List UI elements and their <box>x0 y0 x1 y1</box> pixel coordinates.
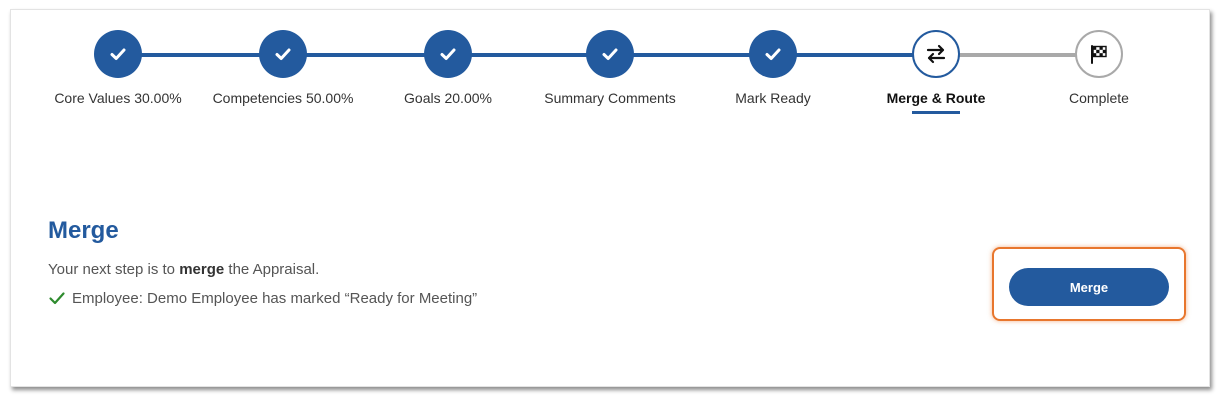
step-label: Summary Comments <box>544 90 676 106</box>
step-circle <box>94 30 142 78</box>
step-circle <box>586 30 634 78</box>
next-step-action: merge <box>179 261 225 278</box>
step-merge-route[interactable]: Merge & Route <box>856 30 1016 114</box>
ready-status: Employee: Demo Employee has marked “Read… <box>48 289 477 307</box>
ready-status-text: Employee: Demo Employee has marked “Read… <box>72 289 478 307</box>
current-step-indicator <box>912 111 960 114</box>
check-icon <box>110 48 126 60</box>
step-label: Merge & Route <box>886 90 986 106</box>
step-label: Competencies 50.00% <box>212 90 354 106</box>
swap-arrows-icon <box>926 44 946 64</box>
step-mark-ready[interactable]: Mark Ready <box>693 30 853 106</box>
check-icon <box>49 292 65 305</box>
next-step-prefix: Your next step is to <box>48 261 180 278</box>
appraisal-panel: Core Values 30.00% Competencies 50.00% G… <box>10 9 1210 387</box>
step-complete[interactable]: Complete <box>1019 30 1179 106</box>
step-summary-comments[interactable]: Summary Comments <box>530 30 690 106</box>
merge-action-highlight: Merge <box>992 247 1186 321</box>
check-icon <box>765 48 781 60</box>
next-step-text: Your next step is to merge the Appraisal… <box>48 261 319 278</box>
step-label: Mark Ready <box>735 90 811 106</box>
step-label: Complete <box>1069 90 1129 106</box>
step-competencies[interactable]: Competencies 50.00% <box>203 30 363 106</box>
step-circle <box>424 30 472 78</box>
checkered-flag-icon <box>1091 45 1107 64</box>
step-circle <box>259 30 307 78</box>
step-circle <box>912 30 960 78</box>
step-circle <box>749 30 797 78</box>
check-icon <box>602 48 618 60</box>
step-goals[interactable]: Goals 20.00% <box>368 30 528 106</box>
merge-button[interactable]: Merge <box>1009 268 1169 306</box>
check-icon <box>275 48 291 60</box>
step-label: Goals 20.00% <box>404 90 492 106</box>
section-title: Merge <box>48 217 119 244</box>
step-circle <box>1075 30 1123 78</box>
step-core-values[interactable]: Core Values 30.00% <box>38 30 198 106</box>
next-step-suffix: the Appraisal. <box>224 261 320 278</box>
progress-stepper: Core Values 30.00% Competencies 50.00% G… <box>11 10 1211 130</box>
step-label: Core Values 30.00% <box>54 90 182 106</box>
check-icon <box>440 48 456 60</box>
